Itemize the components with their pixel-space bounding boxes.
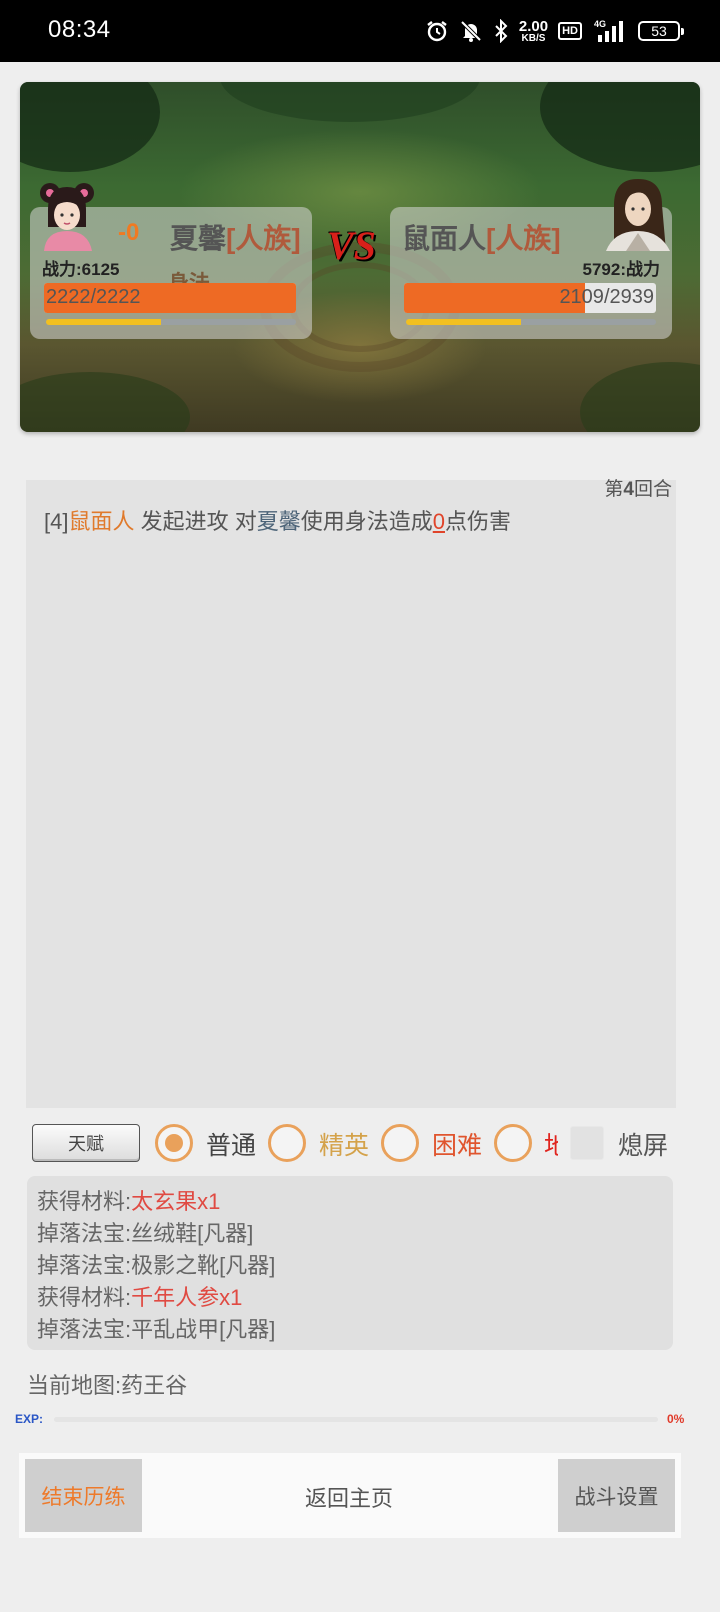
loot-name: 平乱战甲[凡器]: [131, 1317, 276, 1342]
player-race: [人族]: [226, 223, 301, 254]
difficulty-hell-label-clip[interactable]: 地: [544, 1126, 558, 1160]
clock: 08:34: [48, 16, 111, 43]
loot-prefix: 获得材料:: [37, 1189, 132, 1214]
player-name: 夏馨[人族]: [170, 217, 301, 257]
forest-foliage: [540, 82, 700, 172]
difficulty-hell-label[interactable]: 地: [544, 1126, 558, 1160]
battery-icon: 53: [638, 21, 684, 41]
net-speed-unit: KB/S: [521, 32, 546, 44]
forest-foliage: [220, 82, 480, 122]
signal-icon: 4G: [592, 18, 628, 44]
loot-name: 千年人参x1: [131, 1285, 243, 1310]
exp-percent: 0%: [667, 1412, 685, 1426]
player-mp-bar: [46, 319, 296, 325]
bluetooth-icon: [493, 19, 509, 43]
loot-prefix: 掉落法宝:: [37, 1317, 132, 1342]
loot-item: 获得材料:千年人参x1: [37, 1280, 242, 1312]
player-mp-fill: [46, 319, 161, 325]
enemy-mp-bar: [406, 319, 656, 325]
bottom-bar: 结束历练 返回主页 战斗设置: [19, 1453, 681, 1538]
difficulty-normal-label[interactable]: 普通: [206, 1126, 256, 1162]
round-counter: 第4回合: [604, 474, 672, 501]
player-name-text: 夏馨: [170, 223, 227, 254]
enemy-name: 鼠面人[人族]: [402, 217, 561, 257]
loot-item: 掉落法宝:丝绒鞋[凡器]: [37, 1216, 253, 1248]
log-mid: 发起进攻 对: [134, 509, 257, 534]
battery-level: 53: [651, 23, 667, 39]
log-target: 夏馨: [256, 509, 301, 534]
alarm-icon: [425, 19, 449, 43]
battle-log[interactable]: 第4回合 [4]鼠面人 发起进攻 对夏馨使用身法造成0点伤害: [26, 479, 676, 1108]
battle-settings-button[interactable]: 战斗设置: [558, 1459, 675, 1532]
loot-name: 丝绒鞋[凡器]: [131, 1221, 254, 1246]
enemy-mp-fill: [406, 319, 521, 325]
loot-name: 极影之靴[凡器]: [131, 1253, 276, 1278]
hd-badge: HD: [558, 22, 582, 40]
enemy-name-text: 鼠面人: [402, 223, 487, 254]
difficulty-hard-radio[interactable]: [381, 1124, 419, 1162]
talent-button[interactable]: 天赋: [32, 1124, 140, 1162]
mute-icon: [459, 19, 483, 43]
loot-list[interactable]: 获得材料:太玄果x1 掉落法宝:丝绒鞋[凡器] 掉落法宝:极影之靴[凡器] 获得…: [27, 1176, 673, 1350]
log-action: 使用身法造成: [300, 509, 433, 534]
difficulty-hell-radio[interactable]: [494, 1124, 532, 1162]
log-damage: 0: [432, 509, 445, 534]
current-map: 当前地图:药王谷: [27, 1373, 188, 1398]
network-speed: 2.00 KB/S: [519, 19, 548, 44]
forest-foliage: [580, 362, 700, 432]
enemy-power: 5792:战力: [582, 260, 660, 279]
log-suffix: 点伤害: [445, 509, 512, 534]
difficulty-hard-label[interactable]: 困难: [432, 1126, 482, 1162]
log-attacker: 鼠面人: [68, 509, 135, 534]
damage-float: -0: [118, 219, 140, 246]
exp-bar: [54, 1417, 658, 1422]
forest-foliage: [20, 82, 160, 172]
screen-off-checkbox[interactable]: [570, 1126, 604, 1160]
player-hp-text: 2222/2222: [46, 286, 141, 308]
exp-label: EXP:: [15, 1412, 44, 1426]
status-bar: 08:34 2.00 KB/S HD 4G 53: [0, 0, 720, 62]
enemy-race: [人族]: [486, 223, 561, 254]
enemy-hp-bar: 2109/2939: [404, 283, 656, 313]
return-home-button[interactable]: 返回主页: [269, 1481, 429, 1513]
enemy-hp-fill: [404, 283, 585, 313]
difficulty-elite-radio[interactable]: [268, 1124, 306, 1162]
round-number: 4: [623, 479, 634, 500]
loot-prefix: 掉落法宝:: [37, 1253, 132, 1278]
battle-scene: -0 夏馨[人族] 战力:6125 身法 2222/2222 VS 鼠面人[人族…: [20, 82, 700, 432]
network-type: 4G: [594, 19, 606, 29]
player-portrait: [40, 183, 94, 251]
enemy-hp-current: 2109: [559, 286, 604, 308]
log-entry: [4]鼠面人 发起进攻 对夏馨使用身法造成0点伤害: [44, 504, 511, 536]
net-speed-value: 2.00: [518, 17, 549, 35]
enemy-hp-max: /2939: [603, 286, 654, 308]
forest-foliage: [20, 372, 190, 432]
loot-prefix: 获得材料:: [37, 1285, 132, 1310]
loot-prefix: 掉落法宝:: [37, 1221, 132, 1246]
difficulty-elite-label[interactable]: 精英: [319, 1126, 369, 1162]
status-icons: 2.00 KB/S HD 4G 53: [425, 16, 684, 46]
end-training-button[interactable]: 结束历练: [25, 1459, 142, 1532]
enemy-hp-text: 2109/2939: [559, 286, 654, 309]
loot-item: 获得材料:太玄果x1: [37, 1184, 220, 1216]
loot-item: 掉落法宝:平乱战甲[凡器]: [37, 1312, 275, 1344]
enemy-card: 鼠面人[人族] 5792:战力 2109/2939: [390, 179, 672, 339]
enemy-portrait: [606, 179, 670, 251]
player-power: 战力:6125: [42, 260, 120, 279]
round-suffix: 回合: [633, 479, 672, 500]
round-prefix: 第: [604, 479, 624, 500]
difficulty-normal-radio[interactable]: [155, 1124, 193, 1162]
player-hp-bar: 2222/2222: [44, 283, 296, 313]
screen-off-label[interactable]: 熄屏: [618, 1126, 668, 1162]
player-card: -0 夏馨[人族] 战力:6125 身法 2222/2222: [30, 183, 312, 339]
vs-emblem: VS: [327, 223, 376, 268]
loot-name: 太玄果x1: [131, 1189, 221, 1214]
log-index: [4]: [44, 509, 69, 534]
loot-item: 掉落法宝:极影之靴[凡器]: [37, 1248, 275, 1280]
